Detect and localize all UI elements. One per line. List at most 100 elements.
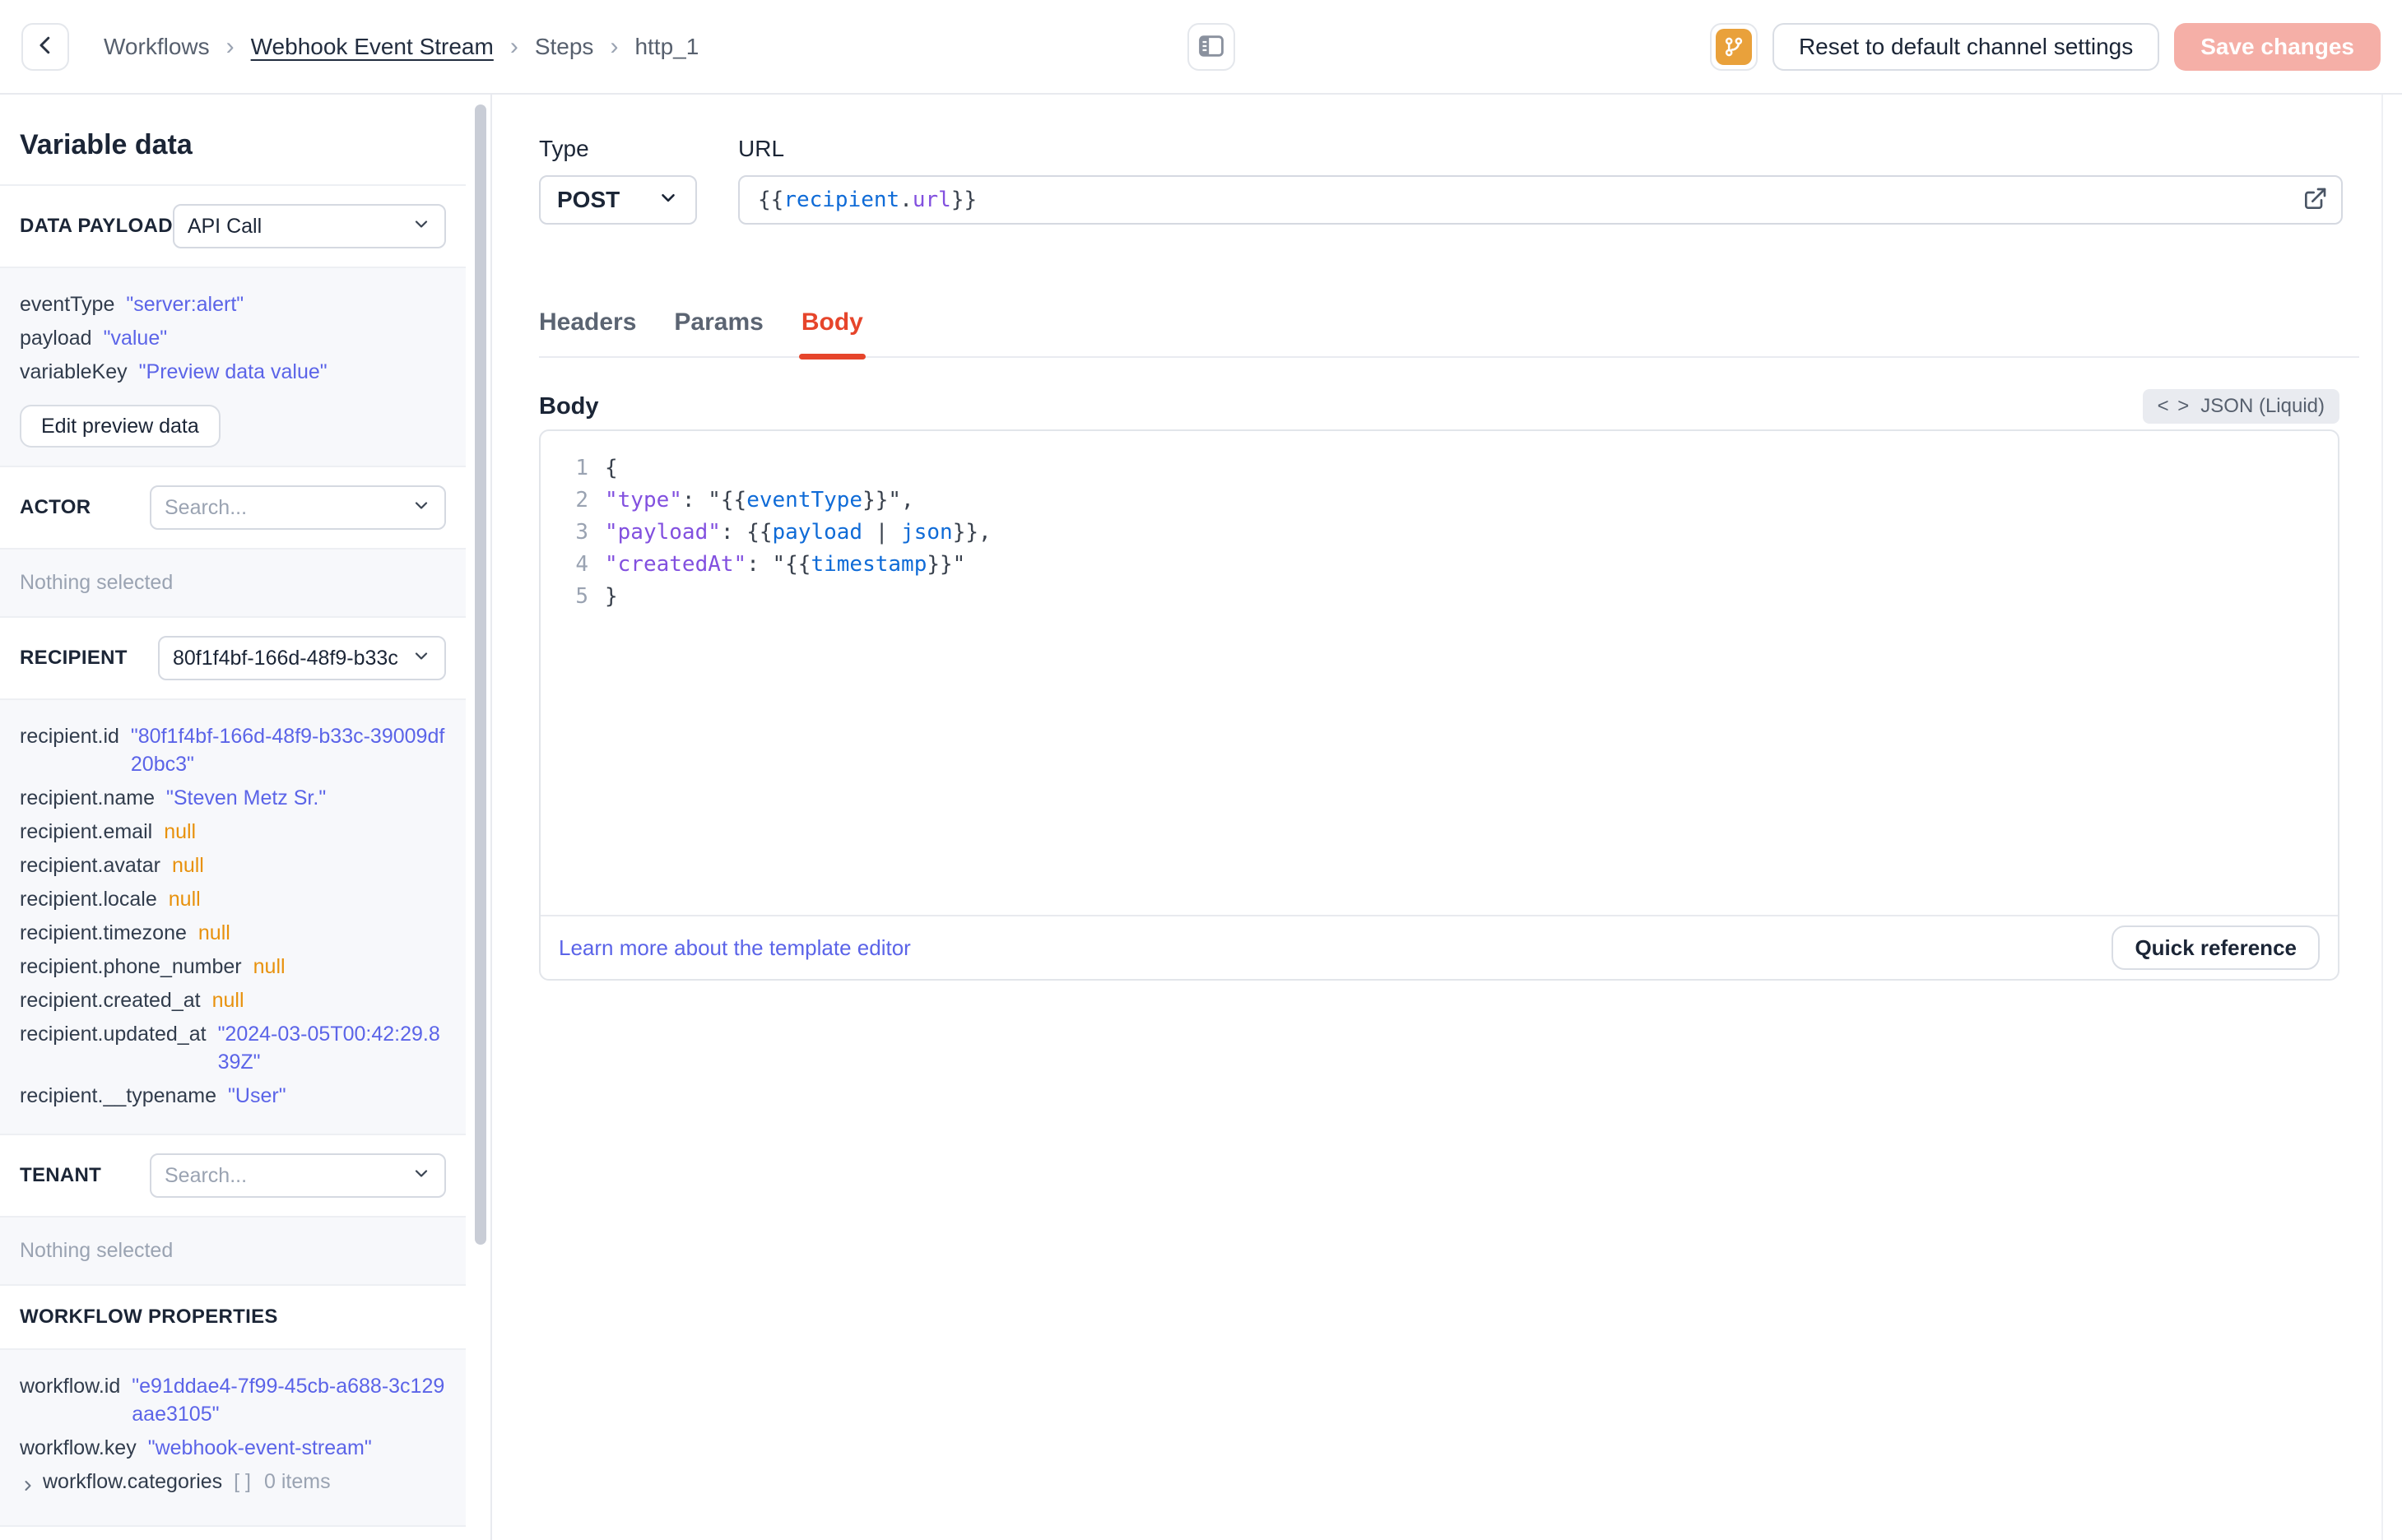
kv-row: workflow.id "e91ddae4-7f99-45cb-a688-3c12…: [20, 1372, 446, 1428]
kv-value: null: [253, 955, 286, 978]
code-token: timestamp: [811, 552, 927, 577]
code-token: payload: [772, 520, 863, 545]
tab-headers[interactable]: Headers: [539, 308, 636, 356]
kv-value: "User": [228, 1084, 286, 1107]
actor-row: ACTOR Search...: [0, 466, 466, 548]
chevron-right-icon[interactable]: [20, 1473, 36, 1501]
code-line-content: "createdAt": "{{timestamp}}": [605, 549, 965, 581]
commit-changes-button[interactable]: [1709, 22, 1758, 71]
kv-row: recipient.email null: [20, 818, 446, 846]
body-section-label: Body: [539, 392, 599, 420]
kv-key: workflow.key: [20, 1436, 137, 1459]
tenant-search-combobox[interactable]: Search...: [150, 1153, 446, 1198]
code-editor-area[interactable]: 1{2 "type": "{{eventType}}", 3 "payload": {…: [541, 431, 2338, 915]
data-payload-selected-value: API Call: [187, 214, 263, 238]
breadcrumb-item-webhook-event-stream[interactable]: Webhook Event Stream: [251, 34, 494, 60]
line-number: 2: [575, 488, 588, 513]
code-token: }},: [952, 520, 992, 545]
code-token: }}: [950, 188, 978, 212]
breadcrumb-separator: ›: [610, 32, 619, 60]
open-url-button[interactable]: [2295, 180, 2335, 220]
breadcrumb-item-steps: Steps: [534, 33, 594, 59]
code-token: }}": [927, 552, 966, 577]
kv-row: workflow.key "webhook-event-stream": [20, 1434, 446, 1462]
chevron-down-icon: [411, 495, 431, 521]
tenant-label: TENANT: [20, 1164, 102, 1186]
recipient-select[interactable]: 80f1f4bf-166d-48f9-b33c: [158, 636, 446, 680]
body-template-editor: 1{2 "type": "{{eventType}}", 3 "payload": {…: [539, 429, 2339, 981]
kv-row: recipient.locale null: [20, 885, 446, 913]
code-token: "createdAt": [605, 552, 747, 577]
request-tabs: Headers Params Body: [539, 308, 2359, 359]
kv-row[interactable]: workflow.categories [ ] 0 items: [20, 1468, 446, 1501]
data-payload-label: DATA PAYLOAD: [20, 215, 173, 237]
actor-search-combobox[interactable]: Search...: [150, 485, 446, 530]
top-bar: Workflows › Webhook Event Stream › Steps › htt…: [0, 0, 2402, 95]
environment-variables-heading: ENVIRONMENT VARIABLES i: [0, 1525, 466, 1540]
tenant-empty-state: Nothing selected: [0, 1216, 466, 1284]
preview-data-block: eventType "server:alert" payload "value" var…: [0, 267, 466, 466]
kv-key: recipient.avatar: [20, 854, 160, 877]
data-payload-row: DATA PAYLOAD API Call: [0, 184, 466, 267]
chevron-down-icon: [657, 187, 679, 214]
tab-body[interactable]: Body: [798, 308, 866, 359]
url-field: URL {{recipient.url}}: [738, 136, 2343, 225]
save-changes-button[interactable]: Save changes: [2174, 22, 2381, 71]
kv-key: recipient.id: [20, 725, 119, 748]
kv-row: recipient.id "80f1f4bf-166d-48f9-b33c-390…: [20, 722, 446, 778]
request-config-row: Type POST URL {{recipient.url}}: [539, 136, 2343, 225]
code-line: 1{: [541, 452, 2338, 485]
http-method-select[interactable]: POST: [539, 175, 697, 225]
reset-channel-settings-button[interactable]: Reset to default channel settings: [1772, 22, 2160, 71]
quick-reference-button[interactable]: Quick reference: [2112, 925, 2320, 970]
kv-key: recipient.email: [20, 820, 153, 843]
tenant-row: TENANT Search...: [0, 1134, 466, 1216]
panel-toggle-button[interactable]: [1187, 23, 1235, 71]
recipient-row: RECIPIENT 80f1f4bf-166d-48f9-b33c: [0, 616, 466, 698]
editor-footer: Learn more about the template editor Qui…: [541, 915, 2338, 979]
code-token: json: [901, 520, 953, 545]
workflow-properties-heading: WORKFLOW PROPERTIES: [0, 1284, 466, 1348]
sidebar-title: Variable data: [20, 129, 193, 160]
url-field-label: URL: [738, 136, 785, 161]
git-branch-icon: [1715, 28, 1752, 65]
kv-key: workflow.categories: [43, 1470, 223, 1493]
code-line-content: }: [605, 581, 618, 613]
kv-value: [ ]: [234, 1470, 251, 1493]
kv-row: recipient.__typename "User": [20, 1082, 446, 1110]
kv-key: variableKey: [20, 360, 128, 383]
kv-row: recipient.updated_at "2024-03-05T00:42:29…: [20, 1020, 446, 1076]
line-number: 4: [575, 552, 588, 577]
type-field-label: Type: [539, 136, 589, 161]
back-button[interactable]: [21, 22, 69, 71]
kv-key: workflow.id: [20, 1375, 121, 1398]
kv-key: recipient.name: [20, 786, 155, 809]
kv-value: "Steven Metz Sr.": [165, 786, 327, 809]
sidebar-scrollbar-thumb[interactable]: [475, 104, 486, 1245]
kv-value: "value": [103, 327, 168, 350]
kv-value: null: [197, 921, 230, 944]
code-token: }}",: [862, 488, 914, 513]
tab-params[interactable]: Params: [674, 308, 763, 356]
url-input[interactable]: {{recipient.url}}: [738, 175, 2343, 225]
code-line-content: {: [605, 452, 618, 485]
template-editor-docs-link[interactable]: Learn more about the template editor: [559, 935, 911, 961]
edit-preview-data-button[interactable]: Edit preview data: [20, 405, 221, 448]
variable-data-sidebar: Variable data DATA PAYLOAD API Call even…: [0, 95, 492, 1540]
code-line: 4 "createdAt": "{{timestamp}}": [541, 549, 2338, 581]
kv-value: "server:alert": [126, 293, 244, 316]
code-line-content: "payload": {{payload | json}},: [605, 517, 992, 549]
code-token: : "{{: [746, 552, 811, 577]
editor-language-badge: < > JSON (Liquid): [2142, 389, 2339, 424]
kv-key: payload: [20, 327, 92, 350]
kv-key: eventType: [20, 293, 115, 316]
topbar-actions: Reset to default channel settings Save c…: [1709, 22, 2381, 71]
code-line: 3 "payload": {{payload | json}},: [541, 517, 2338, 549]
kv-row: recipient.name "Steven Metz Sr.": [20, 784, 446, 812]
code-token: }: [605, 584, 618, 609]
data-payload-select[interactable]: API Call: [172, 204, 446, 248]
line-number: 1: [575, 456, 588, 480]
code-token: : {{: [720, 520, 773, 545]
tenant-search-placeholder: Search...: [165, 1163, 248, 1187]
code-icon: < >: [2157, 395, 2191, 417]
